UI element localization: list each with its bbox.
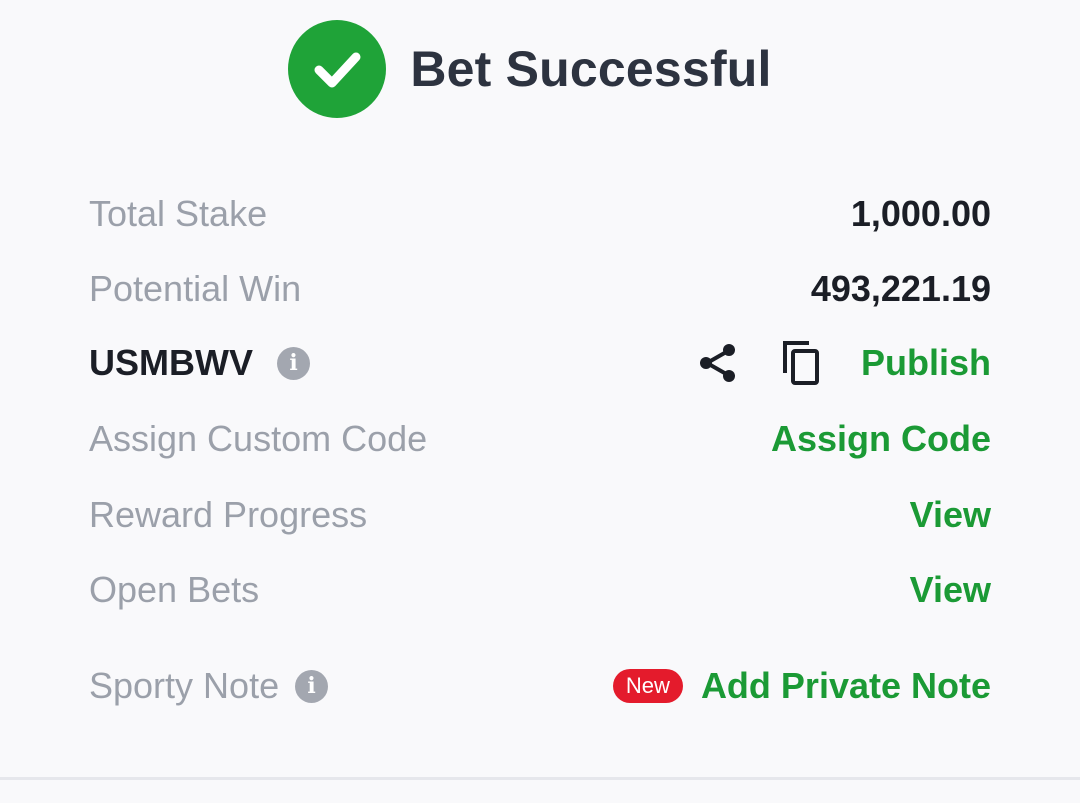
- sporty-note-label: Sporty Note: [89, 665, 280, 706]
- custom-code-row: Assign Custom Code Assign Code: [89, 414, 991, 464]
- share-icon[interactable]: [697, 342, 739, 384]
- new-badge: New: [612, 668, 683, 704]
- total-stake-row: Total Stake 1,000.00: [89, 189, 991, 239]
- open-bets-row: Open Bets View: [89, 565, 991, 615]
- booking-code-row: USMBWV i Publish: [89, 338, 991, 388]
- copy-icon[interactable]: [779, 339, 823, 387]
- open-bets-label: Open Bets: [89, 569, 260, 610]
- custom-code-label: Assign Custom Code: [89, 418, 428, 459]
- reward-progress-view-button[interactable]: View: [910, 494, 991, 536]
- check-circle-icon: [288, 20, 387, 118]
- divider: [0, 777, 1080, 780]
- info-icon[interactable]: i: [295, 669, 329, 703]
- sporty-note-wrapper: Sporty Note i: [89, 665, 329, 707]
- total-stake-label: Total Stake: [89, 193, 268, 234]
- reward-progress-label: Reward Progress: [89, 494, 368, 535]
- potential-win-row: Potential Win 493,221.19: [89, 264, 991, 314]
- booking-actions: Publish: [697, 339, 991, 387]
- assign-code-button[interactable]: Assign Code: [771, 418, 991, 460]
- bet-success-header: Bet Successful: [0, 20, 1080, 118]
- total-stake-value: 1,000.00: [850, 193, 991, 234]
- reward-progress-row: Reward Progress View: [89, 490, 991, 540]
- sporty-note-row: Sporty Note i New Add Private Note: [89, 661, 991, 711]
- sporty-note-actions: New Add Private Note: [612, 665, 991, 707]
- open-bets-view-button[interactable]: View: [910, 569, 991, 611]
- potential-win-label: Potential Win: [89, 268, 302, 309]
- booking-code: USMBWV: [89, 342, 253, 383]
- potential-win-value: 493,221.19: [810, 268, 991, 309]
- publish-button[interactable]: Publish: [861, 342, 991, 384]
- booking-code-wrapper: USMBWV i: [89, 342, 310, 384]
- page-title: Bet Successful: [410, 41, 772, 97]
- info-icon[interactable]: i: [277, 346, 310, 380]
- add-private-note-button[interactable]: Add Private Note: [701, 665, 991, 707]
